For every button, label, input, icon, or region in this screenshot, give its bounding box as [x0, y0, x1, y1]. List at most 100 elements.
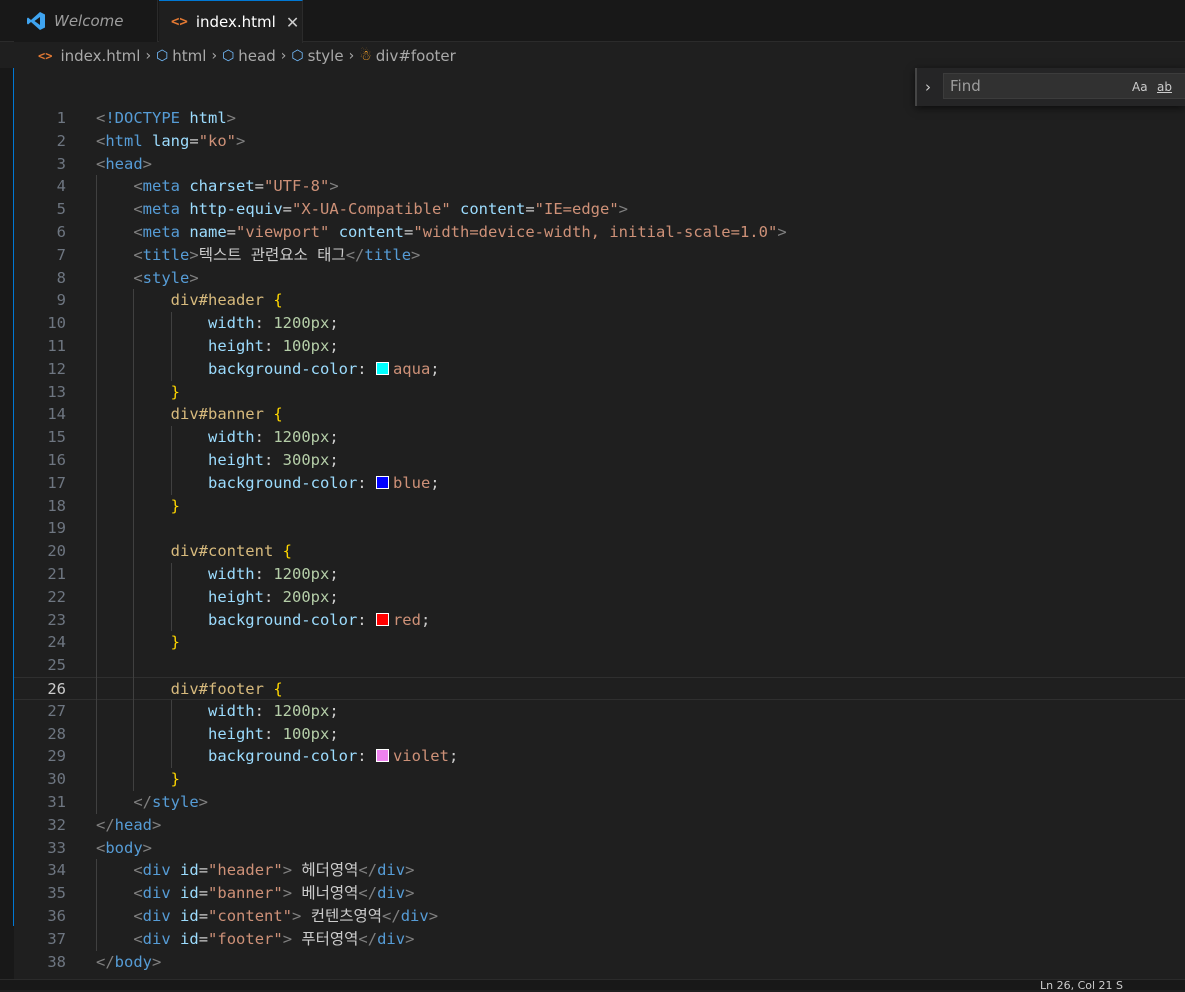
code-text: <div id="header"> 헤더영역</div>: [133, 861, 415, 880]
code-line[interactable]: 17 background-color: blue;: [14, 472, 1185, 495]
line-number: 35: [47, 884, 66, 903]
code-line[interactable]: 24 }: [14, 631, 1185, 654]
code-line[interactable]: 2 <html lang="ko">: [14, 130, 1185, 153]
code-line[interactable]: 15 width: 1200px;: [14, 426, 1185, 449]
line-number: 27: [47, 701, 66, 720]
color-swatch[interactable]: [375, 475, 389, 489]
code-line[interactable]: 1 <!DOCTYPE html>: [14, 107, 1185, 130]
line-number: 23: [47, 610, 66, 629]
line-number: 4: [56, 177, 66, 196]
indent-guide: [170, 426, 172, 495]
code-line[interactable]: 23 background-color: red;: [14, 609, 1185, 632]
whole-word-icon[interactable]: ab: [1157, 80, 1172, 94]
code-text: <body>: [96, 838, 153, 857]
code-line[interactable]: 28 height: 100px;: [14, 723, 1185, 746]
chevron-right-icon: ›: [348, 48, 355, 64]
match-case-icon[interactable]: Aa: [1132, 80, 1148, 94]
code-line[interactable]: 26 div#footer {: [14, 677, 1185, 700]
html-file-icon: <>: [38, 49, 53, 63]
line-number: 22: [47, 587, 66, 606]
cursor-position[interactable]: Ln 26, Col 21 S: [1040, 980, 1123, 991]
code-text: }: [170, 382, 180, 401]
tab-index-html[interactable]: <> index.html ✕: [159, 0, 303, 43]
code-line[interactable]: 4 <meta charset="UTF-8">: [14, 175, 1185, 198]
line-number: 1: [56, 109, 66, 127]
close-icon[interactable]: ✕: [286, 13, 299, 32]
code-line[interactable]: 12 background-color: aqua;: [14, 358, 1185, 381]
color-swatch[interactable]: [375, 612, 389, 626]
code-line[interactable]: 36 <div id="content"> 컨텐츠영역</div>: [14, 905, 1185, 928]
vscode-icon: [27, 12, 45, 30]
line-number: 37: [47, 929, 66, 948]
code-text: </head>: [96, 815, 162, 834]
code-line[interactable]: 29 background-color: violet;: [14, 745, 1185, 768]
code-text: <div id="content"> 컨텐츠영역</div>: [133, 907, 439, 925]
code-line[interactable]: 6 <meta name="viewport" content="width=d…: [14, 221, 1185, 244]
code-line[interactable]: 19: [14, 517, 1185, 540]
line-number: 7: [56, 245, 66, 264]
line-number: 21: [47, 565, 66, 583]
find-input[interactable]: Find: [943, 73, 1185, 99]
breadcrumb-item-style[interactable]: ⬡ style: [291, 47, 343, 65]
line-number: 33: [47, 838, 66, 857]
code-line[interactable]: 18 }: [14, 495, 1185, 518]
code-line[interactable]: 22 height: 200px;: [14, 586, 1185, 609]
color-swatch[interactable]: [375, 749, 389, 763]
tab-welcome[interactable]: Welcome: [14, 0, 158, 42]
code-text: div#header {: [170, 291, 283, 310]
breadcrumb-label: div#footer: [375, 47, 456, 65]
breadcrumb-item-head[interactable]: ⬡ head: [222, 47, 276, 65]
css-class-icon: ☃: [359, 48, 372, 64]
color-swatch[interactable]: [375, 361, 389, 375]
code-text: <style>: [133, 268, 199, 287]
code-line[interactable]: 7 <title>텍스트 관련요소 태그</title>: [14, 244, 1185, 267]
code-text: div#banner {: [170, 405, 283, 424]
indent-guide: [170, 699, 172, 769]
code-line[interactable]: 21 width: 1200px;: [14, 563, 1185, 586]
breadcrumb-label: head: [238, 47, 276, 65]
line-number: 20: [47, 542, 66, 561]
line-number: 17: [47, 473, 66, 492]
code-line[interactable]: 3 <head>: [14, 153, 1185, 176]
code-line[interactable]: 34 <div id="header"> 헤더영역</div>: [14, 859, 1185, 882]
code-line[interactable]: 10 width: 1200px;: [14, 312, 1185, 335]
line-number: 30: [47, 770, 66, 789]
code-line[interactable]: 38 </body>: [14, 951, 1185, 974]
code-text: background-color: aqua;: [207, 359, 440, 378]
line-number: 38: [47, 952, 66, 971]
indent-guide: [170, 312, 172, 381]
code-text: }: [170, 633, 180, 652]
code-line[interactable]: 25: [14, 654, 1185, 677]
code-line[interactable]: 30 }: [14, 768, 1185, 791]
breadcrumb-item-file[interactable]: <> index.html: [38, 47, 140, 65]
code-line[interactable]: 13 }: [14, 381, 1185, 404]
code-line[interactable]: 20 div#content {: [14, 540, 1185, 563]
code-line[interactable]: 11 height: 100px;: [14, 335, 1185, 358]
line-number: 19: [47, 519, 66, 538]
code-line[interactable]: 35 <div id="banner"> 베너영역</div>: [14, 882, 1185, 905]
code-line[interactable]: 16 height: 300px;: [14, 449, 1185, 472]
chevron-right-icon[interactable]: ›: [925, 78, 931, 96]
editor-left-strip: [0, 68, 14, 926]
line-number: 25: [47, 656, 66, 675]
line-number: 8: [56, 268, 66, 287]
code-line[interactable]: 27 width: 1200px;: [14, 700, 1185, 723]
line-number: 2: [56, 131, 66, 150]
code-line[interactable]: 14 div#banner {: [14, 403, 1185, 426]
breadcrumb-item-html[interactable]: ⬡ html: [156, 47, 206, 65]
line-number: 29: [47, 747, 66, 766]
code-line[interactable]: 5 <meta http-equiv="X-UA-Compatible" con…: [14, 198, 1185, 221]
code-line[interactable]: 37 <div id="footer"> 푸터영역</div>: [14, 928, 1185, 951]
code-text: <html lang="ko">: [96, 131, 246, 150]
breadcrumb-label: html: [172, 47, 207, 65]
code-line[interactable]: 9 div#header {: [14, 289, 1185, 312]
breadcrumb-item-footer[interactable]: ☃ div#footer: [359, 47, 456, 65]
line-number: 14: [47, 405, 66, 424]
code-line[interactable]: 31 </style>: [14, 791, 1185, 814]
code-text: }: [170, 496, 180, 515]
code-editor[interactable]: 1 <!DOCTYPE html> 2 <html lang="ko"> 3 <head>…: [14, 107, 1185, 977]
code-line[interactable]: 8 <style>: [14, 267, 1185, 290]
code-line[interactable]: 33 <body>: [14, 837, 1185, 860]
tab-bar: Welcome <> index.html ✕: [0, 0, 1185, 43]
code-line[interactable]: 32 </head>: [14, 814, 1185, 837]
